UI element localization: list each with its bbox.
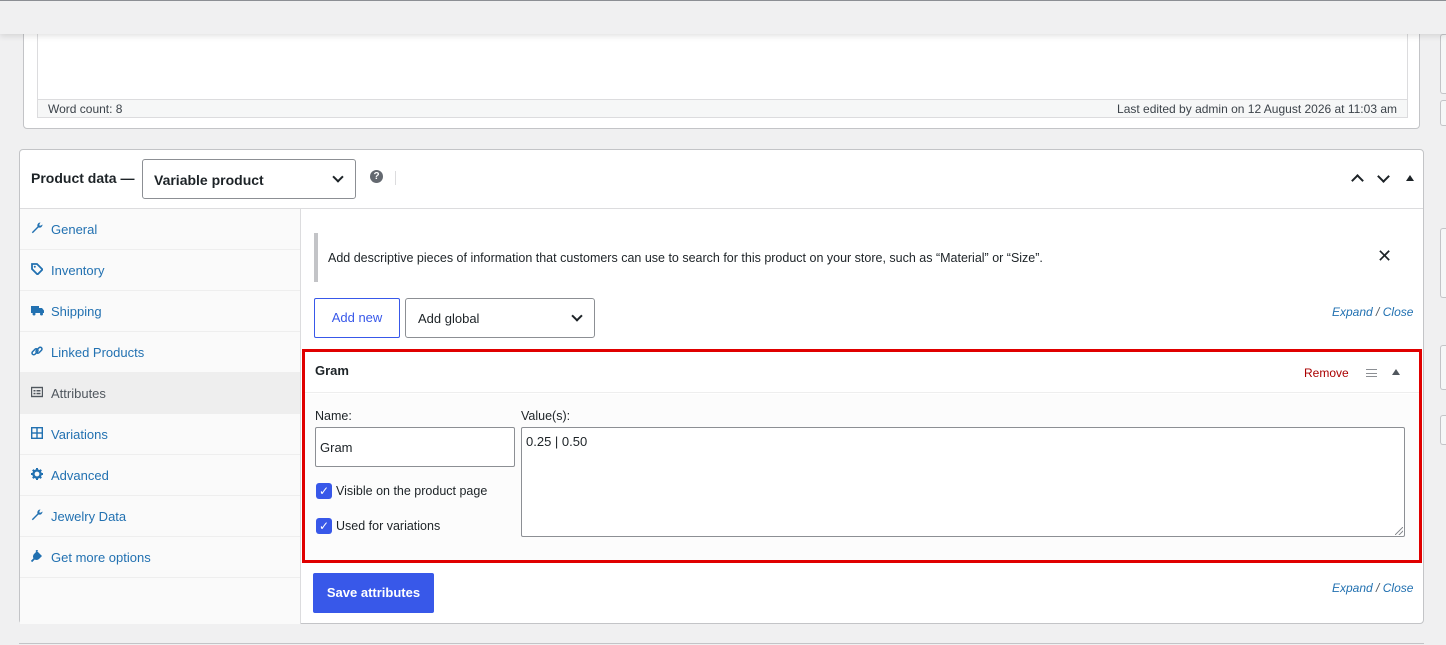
divider xyxy=(395,171,396,185)
tab-label: Jewelry Data xyxy=(51,509,127,524)
tab-label: Attributes xyxy=(51,386,106,401)
collapse-panel-icon[interactable] xyxy=(1406,175,1414,181)
product-type-value: Variable product xyxy=(154,172,264,188)
resize-grip-icon[interactable] xyxy=(1395,527,1403,535)
top-bar xyxy=(0,0,1446,34)
tab-jewelry-data[interactable]: Jewelry Data xyxy=(20,496,300,537)
wrench-icon xyxy=(31,222,43,234)
tab-shipping[interactable]: Shipping xyxy=(20,291,300,332)
tab-linked-products[interactable]: Linked Products xyxy=(20,332,300,373)
tab-label: Inventory xyxy=(51,263,105,278)
expand-close-links: Expand / Close xyxy=(1332,305,1413,319)
plug-icon xyxy=(30,549,43,563)
tab-attributes[interactable]: Attributes xyxy=(20,373,300,414)
grid-icon xyxy=(30,426,44,440)
attribute-header[interactable]: Gram Remove xyxy=(305,352,1419,393)
attribute-values-text: 0.25 | 0.50 xyxy=(526,434,588,449)
product-data-tabs: General Inventory Shipping Linked Produc… xyxy=(20,209,301,624)
attribute-values-textarea[interactable]: 0.25 | 0.50 xyxy=(521,427,1405,537)
tab-label: Shipping xyxy=(51,304,102,319)
name-label: Name: xyxy=(315,409,352,423)
separator: / xyxy=(1376,581,1380,595)
expand-link[interactable]: Expand xyxy=(1332,581,1373,595)
add-global-select[interactable]: Add global xyxy=(405,298,595,338)
variations-checkbox[interactable]: ✓ xyxy=(316,518,332,534)
tab-inventory[interactable]: Inventory xyxy=(20,250,300,291)
close-icon[interactable]: ✕ xyxy=(1377,246,1392,267)
variations-label: Used for variations xyxy=(336,519,441,533)
side-panel-edge xyxy=(1440,345,1446,390)
add-global-value: Add global xyxy=(418,311,480,326)
side-panel-edge xyxy=(1440,34,1446,94)
tab-general[interactable]: General xyxy=(20,209,300,250)
truck-icon xyxy=(31,304,44,316)
product-data-panel: Product data — Variable product ? Genera… xyxy=(19,149,1424,624)
side-panel-edge xyxy=(1440,100,1446,126)
word-count: Word count: 8 xyxy=(48,102,123,116)
side-panel-edge xyxy=(1440,415,1446,445)
product-type-select[interactable]: Variable product xyxy=(142,159,356,199)
tab-variations[interactable]: Variations xyxy=(20,414,300,455)
close-link[interactable]: Close xyxy=(1383,305,1414,319)
side-panel-edge xyxy=(1440,228,1446,298)
list-icon xyxy=(30,386,44,398)
move-up-icon[interactable] xyxy=(1351,174,1364,187)
values-label: Value(s): xyxy=(521,409,571,423)
help-icon[interactable]: ? xyxy=(370,170,383,183)
attribute-item: Gram Remove Name: Gram Value(s): 0.25 | … xyxy=(302,349,1422,563)
tab-label: General xyxy=(51,222,98,237)
editor-status-bar: Word count: 8 Last edited by admin on 12… xyxy=(37,99,1408,118)
gear-icon xyxy=(31,468,43,480)
tab-advanced[interactable]: Advanced xyxy=(20,455,300,496)
wrench-icon xyxy=(31,509,43,521)
visible-checkbox[interactable]: ✓ xyxy=(316,483,332,499)
attribute-body: Name: Gram Value(s): 0.25 | 0.50 ✓ Visib… xyxy=(305,394,1419,560)
attribute-name-value: Gram xyxy=(320,440,353,455)
last-edited: Last edited by admin on 12 August 2026 a… xyxy=(1117,102,1397,116)
expand-close-links: Expand / Close xyxy=(1332,581,1413,595)
product-data-header: Product data — Variable product ? xyxy=(20,150,1423,209)
product-data-title: Product data — xyxy=(31,170,135,186)
tab-label: Variations xyxy=(51,427,108,442)
tab-label: Advanced xyxy=(51,468,109,483)
drag-handle-icon[interactable] xyxy=(1366,369,1377,377)
notice-text: Add descriptive pieces of information th… xyxy=(328,251,1043,265)
tab-label: Get more options xyxy=(51,550,151,565)
chevron-down-icon xyxy=(332,171,344,183)
visible-label: Visible on the product page xyxy=(336,484,488,498)
save-attributes-button[interactable]: Save attributes xyxy=(313,573,434,613)
tab-get-more-options[interactable]: Get more options xyxy=(20,537,300,578)
attribute-name-input[interactable]: Gram xyxy=(315,427,515,467)
tab-label: Linked Products xyxy=(51,345,145,360)
add-new-button[interactable]: Add new xyxy=(314,298,400,338)
close-link[interactable]: Close xyxy=(1383,581,1414,595)
tag-icon xyxy=(31,263,44,276)
chevron-down-icon xyxy=(571,310,583,322)
separator: / xyxy=(1376,305,1380,319)
attributes-notice: Add descriptive pieces of information th… xyxy=(314,233,1409,282)
attribute-title: Gram xyxy=(315,363,349,378)
expand-link[interactable]: Expand xyxy=(1332,305,1373,319)
move-down-icon[interactable] xyxy=(1377,170,1390,183)
remove-link[interactable]: Remove xyxy=(1304,366,1349,380)
link-icon xyxy=(31,345,43,357)
collapse-attribute-icon[interactable] xyxy=(1392,369,1400,375)
description-editor: Word count: 8 Last edited by admin on 12… xyxy=(23,20,1420,129)
